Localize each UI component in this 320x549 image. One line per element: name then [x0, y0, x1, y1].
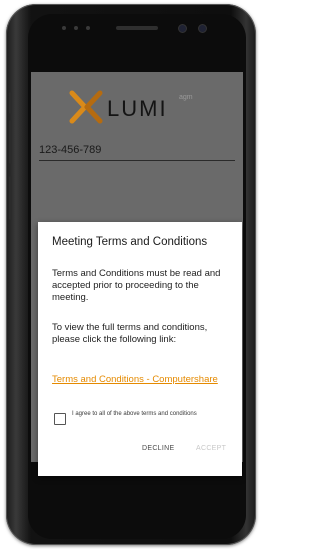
agree-checkbox-label: I agree to all of the above terms and co…: [72, 411, 197, 417]
agree-checkbox[interactable]: [54, 413, 66, 425]
lumi-x-logo-icon: [69, 90, 103, 124]
meeting-id-field[interactable]: 123-456-789: [39, 144, 101, 156]
accept-button[interactable]: ACCEPT: [196, 445, 226, 452]
app-background: LUMI agm 123-456-789 Meeting Terms and C…: [31, 72, 243, 476]
dialog-paragraph: To view the full terms and conditions, p…: [52, 322, 208, 345]
logo-text: LUMI: [107, 96, 168, 121]
logo-superscript: agm: [179, 94, 193, 101]
decline-button[interactable]: DECLINE: [142, 445, 174, 452]
phone-top-bezel: [28, 14, 246, 44]
volume-down-button: [9, 176, 12, 220]
input-underline: [39, 160, 235, 161]
phone-frame: LUMI agm 123-456-789 Meeting Terms and C…: [6, 4, 256, 545]
earpiece-speaker: [116, 26, 158, 30]
volume-button: [9, 92, 12, 114]
sensor-icon: [74, 26, 78, 30]
dialog-paragraph: Terms and Conditions must be read and ac…: [52, 268, 221, 303]
terms-dialog: Meeting Terms and Conditions Terms and C…: [38, 222, 242, 476]
sensor-icon: [62, 26, 66, 30]
front-camera-icon: [178, 24, 187, 33]
volume-up-button: [9, 120, 12, 164]
sensor-icon: [86, 26, 90, 30]
front-camera-icon: [198, 24, 207, 33]
dialog-title: Meeting Terms and Conditions: [52, 236, 208, 248]
terms-link[interactable]: Terms and Conditions - Computershare: [52, 374, 232, 386]
phone-screen: LUMI agm 123-456-789 Meeting Terms and C…: [28, 14, 246, 539]
lumi-logo: LUMI agm: [69, 90, 219, 124]
